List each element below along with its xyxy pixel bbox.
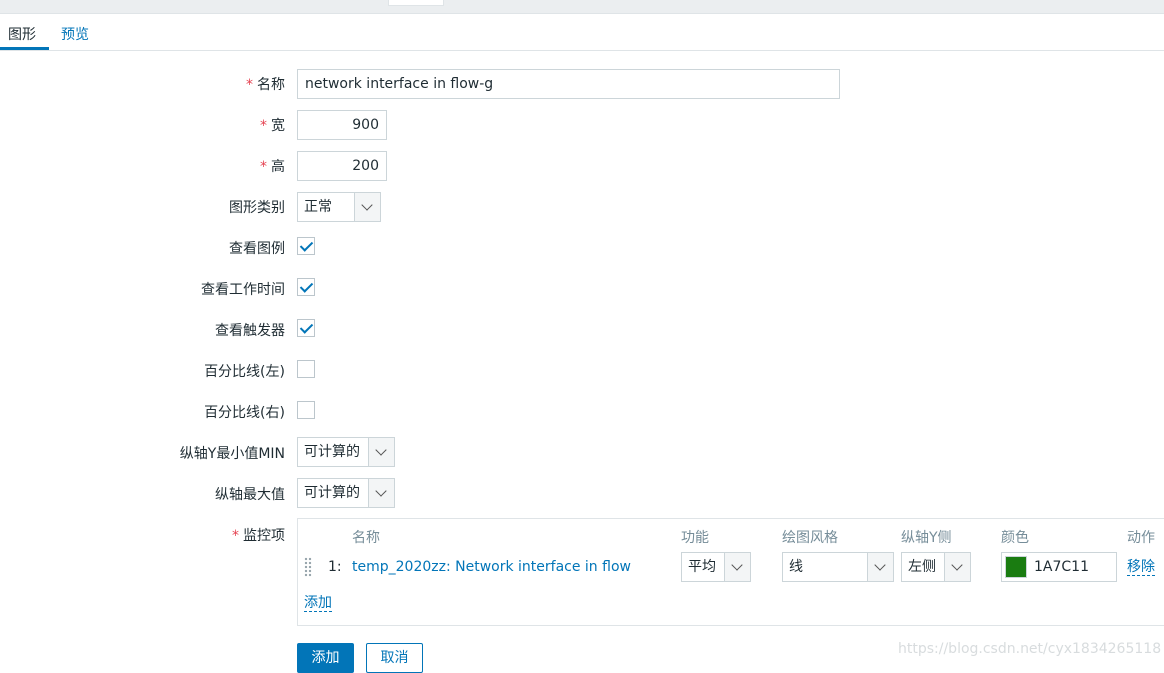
watermark: https://blog.csdn.net/cyx1834265118 <box>898 641 1162 657</box>
y-max-select[interactable]: 可计算的 <box>297 478 395 508</box>
items-header-color: 颜色 <box>1001 530 1029 546</box>
tab-bar: 图形 预览 <box>0 14 1164 51</box>
height-label: * 高 <box>260 159 285 175</box>
width-input[interactable]: 900 <box>297 110 387 140</box>
show-triggers-label: 查看触发器 <box>215 323 285 339</box>
item-y-axis-value: 左侧 <box>908 559 936 575</box>
percentile-right-label: 百分比线(右) <box>204 405 285 421</box>
chevron-down-icon <box>724 553 750 581</box>
remove-item-link[interactable]: 移除 <box>1127 559 1155 576</box>
chevron-down-icon <box>867 553 893 581</box>
chevron-down-icon <box>368 438 394 466</box>
percentile-right-checkbox[interactable] <box>297 401 315 419</box>
item-y-axis-select[interactable]: 左侧 <box>901 552 971 582</box>
percentile-left-checkbox[interactable] <box>297 360 315 378</box>
show-legend-checkbox[interactable] <box>297 237 315 255</box>
y-max-label: 纵轴最大值 <box>215 487 285 503</box>
active-tab-indicator <box>0 47 49 50</box>
items-header-name: 名称 <box>352 530 380 546</box>
tab-graph[interactable]: 图形 <box>8 24 36 44</box>
y-min-select[interactable]: 可计算的 <box>297 437 395 467</box>
graph-type-select[interactable]: 正常 <box>297 192 381 222</box>
item-function-select[interactable]: 平均 <box>681 552 751 582</box>
item-draw-style-select[interactable]: 线 <box>782 552 894 582</box>
item-draw-style-value: 线 <box>789 559 803 575</box>
show-working-time-checkbox[interactable] <box>297 278 315 296</box>
show-working-time-label: 查看工作时间 <box>201 282 285 298</box>
graph-type-value: 正常 <box>304 199 332 215</box>
item-color-value: 1A7C11 <box>1034 559 1089 575</box>
width-label: * 宽 <box>260 118 285 134</box>
item-function-value: 平均 <box>688 559 716 575</box>
items-header-draw-style: 绘图风格 <box>782 530 838 546</box>
items-header-function: 功能 <box>681 530 709 546</box>
y-min-label: 纵轴Y最小值MIN <box>179 446 285 462</box>
chevron-down-icon <box>944 553 970 581</box>
item-color-input[interactable]: 1A7C11 <box>1001 552 1117 582</box>
y-max-value: 可计算的 <box>304 485 360 501</box>
chevron-down-icon <box>368 479 394 507</box>
graph-type-label: 图形类别 <box>229 200 285 216</box>
items-table: 名称 功能 绘图风格 纵轴Y侧 颜色 动作 1: temp_2020zz: Ne… <box>297 518 1164 626</box>
add-item-link[interactable]: 添加 <box>304 595 332 612</box>
height-input[interactable]: 200 <box>297 151 387 181</box>
tab-preview[interactable]: 预览 <box>61 24 89 44</box>
items-header-y-axis: 纵轴Y侧 <box>901 530 952 546</box>
items-header-action: 动作 <box>1127 530 1155 546</box>
show-legend-label: 查看图例 <box>229 241 285 257</box>
drag-handle-icon[interactable] <box>304 557 312 577</box>
top-strip <box>0 0 1164 14</box>
items-label: * 监控项 <box>232 528 285 544</box>
show-triggers-checkbox[interactable] <box>297 319 315 337</box>
chevron-down-icon <box>354 193 380 221</box>
percentile-left-label: 百分比线(左) <box>204 364 285 380</box>
item-name-link[interactable]: temp_2020zz: Network interface in flow <box>352 559 631 575</box>
color-swatch[interactable] <box>1005 556 1027 578</box>
name-input[interactable]: network interface in flow-g <box>297 69 840 99</box>
top-strip-tab <box>388 0 444 6</box>
name-label: * 名称 <box>246 77 285 93</box>
y-min-value: 可计算的 <box>304 444 360 460</box>
item-index: 1: <box>328 559 342 575</box>
